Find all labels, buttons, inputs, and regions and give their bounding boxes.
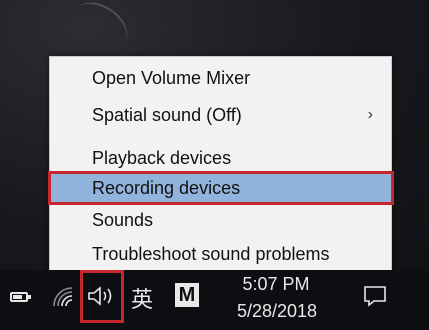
menu-item-label: Spatial sound (Off) [92,104,242,125]
menu-item-recording-devices[interactable]: Recording devices [48,171,394,205]
menu-item-label: Playback devices [92,147,232,168]
wifi-icon[interactable] [50,284,74,308]
menu-item-label: Recording devices [92,177,241,198]
menu-item-label: Sounds [92,209,154,230]
menu-item-label: Troubleshoot sound problems [92,243,330,264]
menu-item-open-volume-mixer[interactable]: Open Volume Mixer [50,63,391,93]
notification-icon[interactable] [362,284,388,308]
battery-icon[interactable] [10,292,31,302]
wallpaper-streak [63,0,137,62]
ime-icon[interactable]: 英 [131,282,153,314]
m-icon[interactable]: M [175,283,199,307]
taskbar: 英 M 5:07 PM 5/28/2018 [0,270,429,330]
menu-item-spatial-sound[interactable]: Spatial sound (Off) › [50,100,391,130]
clock-time[interactable]: 5:07 PM [240,274,312,295]
clock-date[interactable]: 5/28/2018 [236,301,318,322]
menu-item-playback-devices[interactable]: Playback devices [50,143,391,173]
menu-item-sounds[interactable]: Sounds [50,205,391,235]
menu-item-label: Open Volume Mixer [92,67,251,88]
sound-context-menu: Open Volume Mixer Spatial sound (Off) › … [48,56,394,274]
speaker-icon[interactable] [86,284,118,308]
menu-item-troubleshoot[interactable]: Troubleshoot sound problems [50,239,391,269]
chevron-right-icon: › [367,106,373,123]
